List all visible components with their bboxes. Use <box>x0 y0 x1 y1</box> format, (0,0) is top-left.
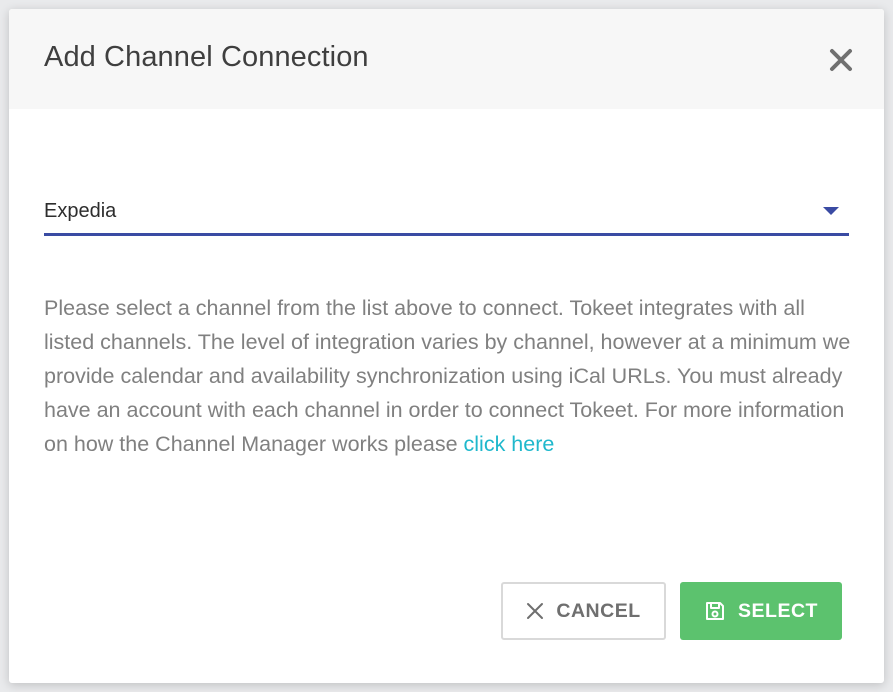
cancel-button[interactable]: CANCEL <box>501 582 666 640</box>
save-icon <box>704 600 726 622</box>
close-button[interactable] <box>828 47 854 73</box>
cancel-button-label: CANCEL <box>556 599 641 622</box>
modal-header: Add Channel Connection <box>9 9 884 109</box>
select-button-label: SELECT <box>738 599 818 622</box>
chevron-down-icon <box>823 207 839 215</box>
click-here-link[interactable]: click here <box>464 432 555 456</box>
channel-select-value: Expedia <box>44 200 117 222</box>
channel-select[interactable]: Expedia <box>44 192 849 236</box>
modal-title: Add Channel Connection <box>44 41 369 73</box>
description-text: Please select a channel from the list ab… <box>44 296 851 456</box>
close-icon <box>830 49 852 71</box>
select-button[interactable]: SELECT <box>680 582 842 640</box>
channel-description: Please select a channel from the list ab… <box>44 291 854 461</box>
x-icon <box>526 602 544 620</box>
add-channel-modal: Add Channel Connection Expedia Please se… <box>9 9 884 683</box>
